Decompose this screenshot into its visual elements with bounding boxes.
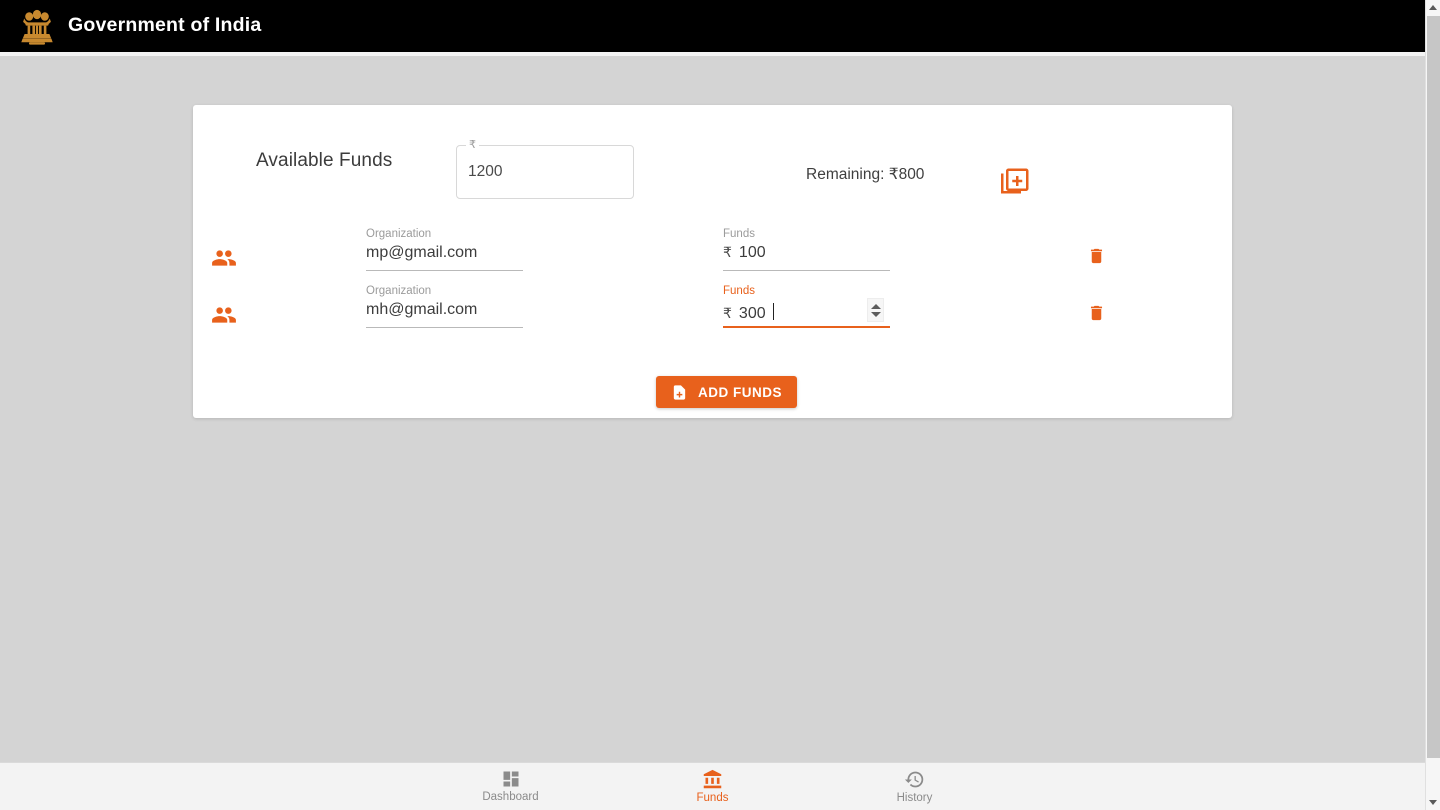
note-add-icon: [673, 384, 686, 400]
app-header: Government of India: [0, 0, 1425, 52]
text-caret: [772, 303, 774, 320]
nav-item-funds[interactable]: Funds: [658, 769, 768, 805]
organization-value: mp@gmail.com: [366, 244, 478, 261]
dashboard-icon: [503, 771, 518, 787]
organization-label: Organization: [366, 285, 432, 297]
funds-value: 100: [738, 244, 766, 261]
funds-label: Funds: [723, 285, 755, 297]
delete-row-button[interactable]: [1083, 242, 1109, 270]
scrollbar-up-button[interactable]: [1426, 0, 1440, 15]
number-stepper[interactable]: [867, 298, 884, 322]
history-icon: [904, 771, 924, 788]
funds-value: 300: [738, 305, 766, 322]
app-title: Government of India: [68, 14, 262, 37]
organization-value-wrap: mp@gmail.com: [366, 244, 477, 262]
remaining-funds-text: Remaining: ₹800: [806, 166, 925, 183]
stepper-up-icon[interactable]: [870, 303, 881, 309]
funds-value-wrap: ₹ 100: [723, 244, 766, 262]
organization-input[interactable]: Organization mh@gmail.com: [366, 285, 523, 338]
scrollbar-down-button[interactable]: [1426, 795, 1440, 810]
scrollbar-thumb[interactable]: [1427, 16, 1440, 758]
funds-input-underline: [723, 326, 890, 328]
funds-value-wrap: ₹ 300: [723, 301, 774, 323]
nav-label-dashboard: Dashboard: [482, 791, 539, 804]
organization-value-wrap: mh@gmail.com: [366, 301, 477, 319]
stepper-down-icon[interactable]: [870, 311, 881, 317]
nav-label-history: History: [896, 791, 933, 804]
people-icon: [212, 307, 236, 323]
table-row: Organization mh@gmail.com Funds ₹ 300: [193, 285, 1232, 343]
delete-row-button[interactable]: [1083, 299, 1109, 327]
trash-icon: [1090, 305, 1102, 321]
browser-viewport: Government of India Available Funds ₹ 12…: [0, 0, 1440, 810]
add-funds-button[interactable]: ADD FUNDS: [656, 376, 797, 408]
organization-value: mh@gmail.com: [366, 301, 478, 318]
scroll-up-arrow-icon: [1429, 5, 1437, 10]
available-funds-label: Available Funds: [256, 150, 393, 171]
add-funds-button-label: ADD FUNDS: [698, 384, 782, 400]
organization-input-underline: [366, 327, 523, 328]
people-icon: [212, 250, 236, 266]
add-row-button[interactable]: [998, 163, 1034, 199]
funds-label: Funds: [723, 228, 755, 240]
available-funds-input[interactable]: ₹ 1200: [456, 137, 634, 199]
funds-input-underline: [723, 270, 890, 271]
header-seam: [0, 52, 1425, 56]
scroll-down-arrow-icon: [1429, 800, 1437, 805]
library-add-icon: [1001, 168, 1029, 194]
vertical-scrollbar[interactable]: [1425, 0, 1440, 810]
funds-input[interactable]: Funds ₹ 300: [723, 285, 890, 338]
rupee-prefix: ₹: [723, 305, 732, 321]
nav-item-history[interactable]: History: [860, 769, 970, 805]
account-balance-icon: [703, 769, 722, 788]
nav-item-dashboard[interactable]: Dashboard: [456, 769, 566, 804]
organization-input-underline: [366, 270, 523, 271]
national-emblem-icon: [21, 9, 53, 45]
available-funds-value: 1200: [468, 163, 503, 180]
page-content: Government of India Available Funds ₹ 12…: [0, 0, 1425, 810]
bottom-navigation: Dashboard Funds History: [0, 762, 1425, 810]
table-row: Organization mp@gmail.com Funds ₹ 100: [193, 228, 1232, 286]
rupee-prefix: ₹: [723, 244, 732, 260]
trash-icon: [1090, 248, 1102, 264]
funds-input[interactable]: Funds ₹ 100: [723, 228, 890, 281]
organization-label: Organization: [366, 228, 432, 240]
nav-label-funds: Funds: [696, 791, 729, 804]
organization-input[interactable]: Organization mp@gmail.com: [366, 228, 523, 281]
funds-card: Available Funds ₹ 1200 Remaining: ₹800 O…: [193, 105, 1232, 418]
